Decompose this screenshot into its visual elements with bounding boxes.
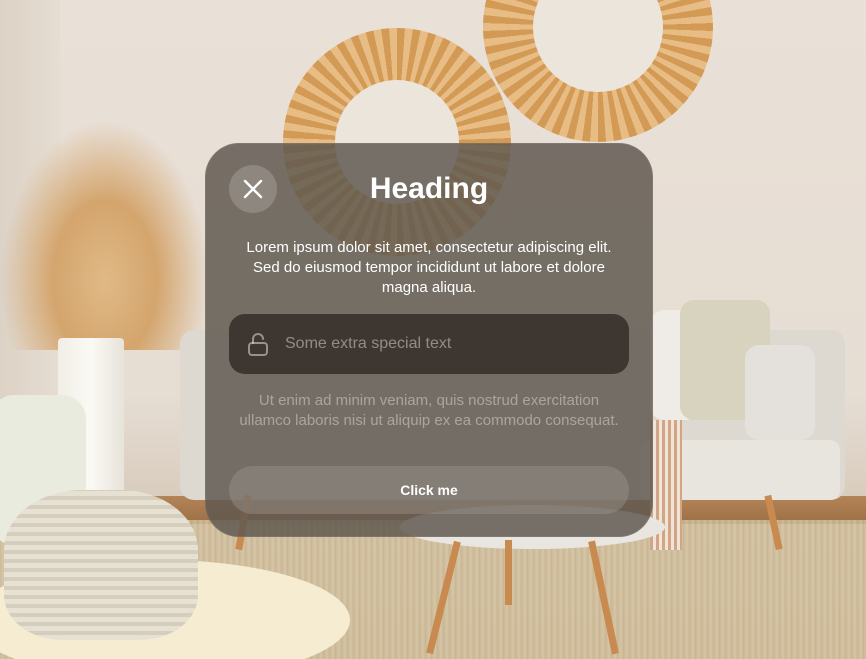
rattan-mirror-right	[483, 0, 713, 142]
pampas-grass	[0, 120, 210, 350]
dialog-secondary-text: Ut enim ad minim veniam, quis nostrud ex…	[239, 392, 619, 429]
dialog-body-text: Lorem ipsum dolor sit amet, consectetur …	[246, 239, 612, 296]
pouf	[4, 490, 198, 640]
dialog-card: Heading Lorem ipsum dolor sit amet, cons…	[205, 143, 653, 537]
lock-open-icon	[248, 333, 268, 356]
special-text-field[interactable]: Some extra special text	[229, 314, 629, 374]
dialog-heading: Heading	[369, 172, 489, 205]
special-text-field-label: Some extra special text	[285, 335, 452, 352]
pillow	[745, 345, 815, 440]
click-me-button[interactable]: Click me	[229, 466, 629, 514]
table-leg	[505, 540, 512, 605]
